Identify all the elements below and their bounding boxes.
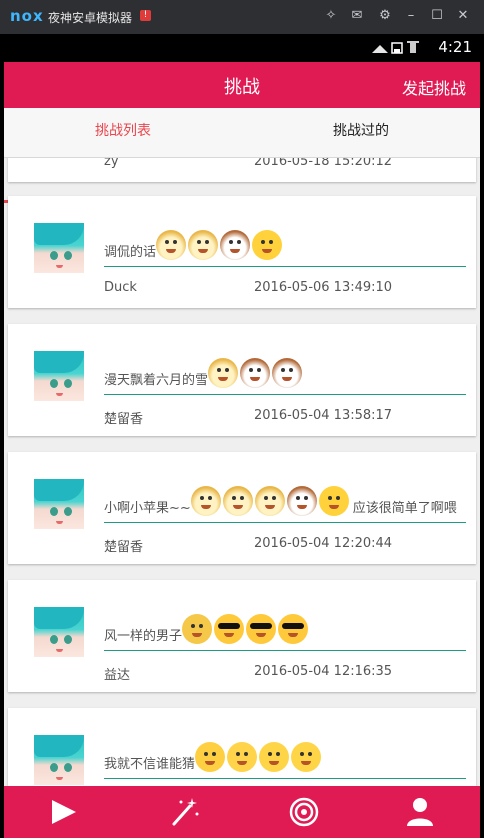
tab-bar: 挑战列表 挑战过的 — [4, 108, 480, 203]
sleepy-emoji-icon — [227, 742, 258, 772]
maximize-icon[interactable]: ☐ — [428, 7, 446, 25]
bottom-navigation — [4, 786, 480, 838]
cool-emoji-icon — [214, 614, 245, 644]
status-clock: 4:21 — [438, 38, 472, 56]
challenge-user: zy — [104, 158, 119, 169]
challenge-card[interactable]: 我就不信谁能猜 — [8, 708, 476, 786]
cat-emoji-icon — [286, 486, 317, 516]
challenge-user: Duck — [104, 280, 137, 295]
nox-logo: nox — [10, 7, 44, 25]
cat-emoji-icon — [240, 358, 271, 388]
cat-emoji-icon — [272, 358, 303, 388]
gear-icon[interactable]: ⚙ — [376, 7, 394, 25]
message-divider — [104, 522, 466, 523]
cat-emoji-icon — [220, 230, 251, 260]
close-icon[interactable]: ✕ — [454, 7, 472, 25]
challenge-card[interactable]: 小啊小苹果~~ 应该很简单了啊喂楚留香 2016-05-04 12:20:44 — [8, 452, 476, 564]
app-screen: 挑战 发起挑战 挑战列表 挑战过的 zy 2016-05-18 15:20:12 调… — [4, 62, 480, 838]
doge-emoji-icon — [156, 230, 187, 260]
mail-icon[interactable]: ✉ — [348, 7, 366, 25]
challenge-card[interactable]: 漫天飘着六月的雪 楚留香 2016-05-04 13:58:17 — [8, 324, 476, 436]
avatar — [34, 479, 84, 529]
hmm-emoji-icon — [291, 742, 322, 772]
challenge-time: 2016-05-18 15:20:12 — [254, 158, 393, 169]
challenge-time: 2016-05-06 13:49:10 — [254, 280, 393, 295]
cool-emoji-icon — [278, 614, 309, 644]
challenge-message: 小啊小苹果~~ 应该很简单了啊喂 — [104, 476, 457, 516]
message-divider — [104, 778, 466, 779]
tab-challenged[interactable]: 挑战过的 — [242, 108, 480, 157]
message-divider — [104, 266, 466, 267]
app-bar: 挑战 发起挑战 — [4, 62, 480, 108]
challenge-user: 楚留香 — [104, 412, 144, 427]
warning-badge[interactable]: ! — [140, 10, 151, 21]
doge-emoji-icon — [188, 230, 219, 260]
emulator-title-bar: nox 夜神安卓模拟器 ! ✧ ✉ ⚙ – ☐ ✕ — [0, 0, 484, 34]
minimize-icon[interactable]: – — [402, 7, 420, 25]
profile-icon[interactable] — [400, 794, 440, 830]
challenge-message: 风一样的男子 — [104, 604, 312, 644]
challenge-time: 2016-05-04 13:58:17 — [254, 408, 393, 423]
challenge-list[interactable]: zy 2016-05-18 15:20:12 调侃的话 Duck 2016-05-06 … — [4, 158, 480, 786]
avatar — [34, 223, 84, 273]
signal-icons — [372, 41, 419, 54]
message-divider — [104, 394, 466, 395]
android-status-bar: 4:21 — [4, 34, 480, 62]
message-text: 小啊小苹果~~ — [104, 501, 191, 516]
doge-emoji-icon — [208, 358, 239, 388]
avatar — [34, 351, 84, 401]
challenge-time: 2016-05-04 12:16:35 — [254, 664, 393, 679]
challenge-card[interactable]: zy 2016-05-18 15:20:12 — [8, 158, 476, 182]
challenge-user: 楚留香 — [104, 540, 144, 555]
avatar — [34, 607, 84, 657]
message-text: 我就不信谁能猜 — [104, 757, 196, 772]
magic-wand-icon[interactable] — [164, 794, 204, 830]
challenge-time: 2016-05-04 12:20:44 — [254, 536, 393, 551]
tab-challenge-list[interactable]: 挑战列表 — [4, 108, 242, 157]
challenge-message: 漫天飘着六月的雪 — [104, 348, 306, 388]
challenge-message: 我就不信谁能猜 — [104, 732, 325, 772]
challenge-message: 调侃的话 — [104, 220, 286, 260]
hmm-emoji-icon — [259, 742, 290, 772]
target-icon[interactable] — [284, 794, 324, 830]
laugh-emoji-icon — [252, 230, 283, 260]
avatar — [34, 735, 84, 785]
doge-emoji-icon — [254, 486, 285, 516]
emulator-title: 夜神安卓模拟器 — [48, 11, 133, 25]
shy-emoji-icon — [195, 742, 226, 772]
message-text: 调侃的话 — [104, 245, 157, 260]
message-divider — [104, 650, 466, 651]
message-text: 漫天飘着六月的雪 — [104, 373, 209, 388]
laugh-emoji-icon — [318, 486, 349, 516]
doge-emoji-icon — [222, 486, 253, 516]
challenge-card[interactable]: 风一样的男子 益达 2016-05-04 12:16:35 — [8, 580, 476, 692]
play-icon[interactable] — [44, 794, 84, 830]
message-text: 风一样的男子 — [104, 629, 183, 644]
cool-emoji-icon — [246, 614, 277, 644]
challenge-user: 益达 — [104, 668, 131, 683]
doubt-emoji-icon — [182, 614, 213, 644]
doge-emoji-icon — [190, 486, 221, 516]
pin-icon[interactable]: ✧ — [322, 7, 340, 25]
challenge-card[interactable]: 调侃的话 Duck 2016-05-06 13:49:10 — [8, 196, 476, 308]
message-tail-text: 应该很简单了啊喂 — [352, 501, 457, 516]
start-challenge-button[interactable]: 发起挑战 — [402, 75, 466, 99]
